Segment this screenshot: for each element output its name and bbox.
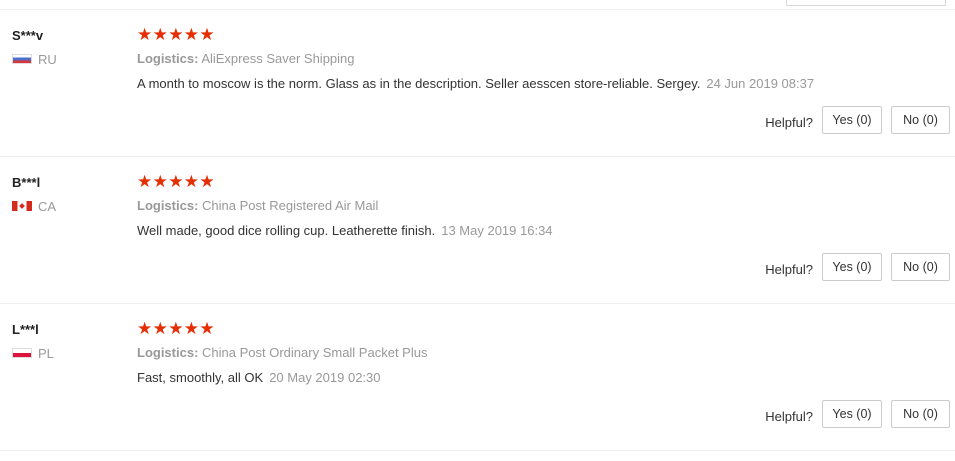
russia-flag-icon — [12, 54, 32, 64]
sort-dropdown[interactable] — [786, 0, 946, 6]
star-icon: ★ — [199, 319, 215, 338]
logistics-value: China Post Registered Air Mail — [202, 198, 379, 213]
star-icon: ★ — [168, 319, 184, 338]
reviewer-country: PL — [12, 345, 54, 361]
helpful-yes-button[interactable]: Yes (0) — [822, 106, 882, 134]
helpful-label: Helpful? — [765, 115, 813, 130]
review-text: Fast, smoothly, all OK — [137, 370, 264, 385]
review-date: 20 May 2019 02:30 — [269, 370, 381, 385]
logistics-label: Logistics: — [137, 345, 199, 360]
reviewer-name: B***l — [12, 175, 41, 190]
reviewer-country: RU — [12, 51, 57, 67]
star-icon: ★ — [137, 319, 153, 338]
review-text-line: A month to moscow is the norm. Glass as … — [137, 76, 814, 91]
review-text-line: Fast, smoothly, all OK 20 May 2019 02:30 — [137, 370, 381, 385]
star-icon: ★ — [137, 25, 153, 44]
review-item: S***v RU ★★★★★ Logistics: AliExpress Sav… — [0, 10, 955, 157]
helpful-no-button[interactable]: No (0) — [891, 253, 950, 281]
reviewer-name: L***l — [12, 322, 39, 337]
canada-flag-icon — [12, 201, 32, 211]
helpful-label: Helpful? — [765, 409, 813, 424]
star-icon: ★ — [183, 319, 200, 338]
star-icon: ★ — [199, 25, 215, 44]
reviewer-name: S***v — [12, 28, 44, 43]
country-code: CA — [38, 198, 57, 214]
star-icon: ★ — [183, 172, 200, 191]
helpful-label: Helpful? — [765, 262, 813, 277]
logistics-label: Logistics: — [137, 51, 199, 66]
star-icon: ★ — [152, 319, 168, 338]
helpful-yes-button[interactable]: Yes (0) — [822, 253, 882, 281]
logistics-info: Logistics: China Post Registered Air Mai… — [137, 198, 378, 213]
review-text: Well made, good dice rolling cup. Leathe… — [137, 223, 436, 238]
logistics-info: Logistics: China Post Ordinary Small Pac… — [137, 345, 427, 360]
logistics-info: Logistics: AliExpress Saver Shipping — [137, 51, 355, 66]
star-rating: ★★★★★ — [137, 319, 215, 339]
review-date: 13 May 2019 16:34 — [441, 223, 553, 238]
star-rating: ★★★★★ — [137, 172, 215, 192]
logistics-label: Logistics: — [137, 198, 199, 213]
logistics-value: China Post Ordinary Small Packet Plus — [202, 345, 428, 360]
star-rating: ★★★★★ — [137, 25, 215, 45]
helpful-yes-button[interactable]: Yes (0) — [822, 400, 882, 428]
star-icon: ★ — [152, 25, 168, 44]
star-icon: ★ — [183, 25, 200, 44]
review-text: A month to moscow is the norm. Glass as … — [137, 76, 701, 91]
reviewer-country: CA — [12, 198, 56, 214]
review-text-line: Well made, good dice rolling cup. Leathe… — [137, 223, 553, 238]
star-icon: ★ — [168, 25, 184, 44]
poland-flag-icon — [12, 348, 32, 358]
helpful-no-button[interactable]: No (0) — [891, 106, 950, 134]
star-icon: ★ — [168, 172, 184, 191]
country-code: PL — [38, 345, 54, 361]
star-icon: ★ — [199, 172, 215, 191]
review-item: B***l CA ★★★★★ Logistics: China Post Reg… — [0, 157, 955, 304]
review-item: L***l PL ★★★★★ Logistics: China Post Ord… — [0, 304, 955, 451]
star-icon: ★ — [137, 172, 153, 191]
logistics-value: AliExpress Saver Shipping — [201, 51, 355, 66]
country-code: RU — [38, 51, 57, 67]
review-date: 24 Jun 2019 08:37 — [706, 76, 815, 91]
helpful-no-button[interactable]: No (0) — [891, 400, 950, 428]
review-divider — [0, 450, 955, 451]
star-icon: ★ — [152, 172, 168, 191]
